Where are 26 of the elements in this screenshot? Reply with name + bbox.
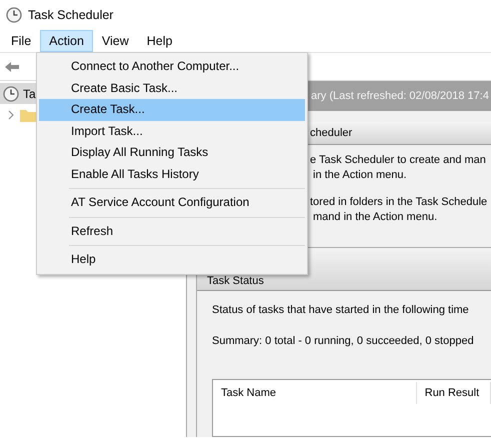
menu-option[interactable]: Connect to Another Computer...	[39, 56, 305, 78]
chevron-icon[interactable]	[8, 110, 14, 120]
status-text: Status of tasks that have started in the following time	[212, 303, 470, 318]
paragraph-text: e Task Scheduler to create and man	[310, 153, 487, 168]
menu-option[interactable]: AT Service Account Configuration	[39, 192, 305, 214]
folder-icon	[20, 108, 36, 122]
menu-item[interactable]: File	[2, 30, 40, 52]
menu-option[interactable]: Create Task...	[39, 99, 305, 120]
menu-item[interactable]: Help	[138, 30, 182, 52]
window-title: Task Scheduler	[28, 8, 114, 22]
menu-item[interactable]: Action	[40, 30, 93, 52]
status-text: Summary: 0 total - 0 running, 0 succeeded, 0 stopped	[212, 334, 475, 349]
menu-option[interactable]: Display All Running Tasks	[39, 142, 305, 164]
paragraph-text: mand in the Action menu.	[312, 210, 438, 225]
clock-icon	[3, 86, 19, 102]
back-arrow-icon[interactable]	[4, 60, 20, 72]
paragraph-text: in the Action menu.	[312, 168, 408, 183]
menu-option[interactable]: Help	[39, 249, 305, 270]
section-header: Task Status	[207, 274, 264, 288]
paragraph-text: tored in folders in the Task Schedule	[310, 195, 488, 210]
menu-option[interactable]: Enable All Tasks History	[39, 164, 305, 185]
column-header[interactable]: Run Result	[416, 382, 491, 404]
menu-item[interactable]: View	[92, 30, 138, 52]
clock-icon	[6, 7, 22, 23]
column-header[interactable]: Task Name	[213, 382, 417, 404]
menu-option[interactable]: Refresh	[39, 220, 305, 242]
